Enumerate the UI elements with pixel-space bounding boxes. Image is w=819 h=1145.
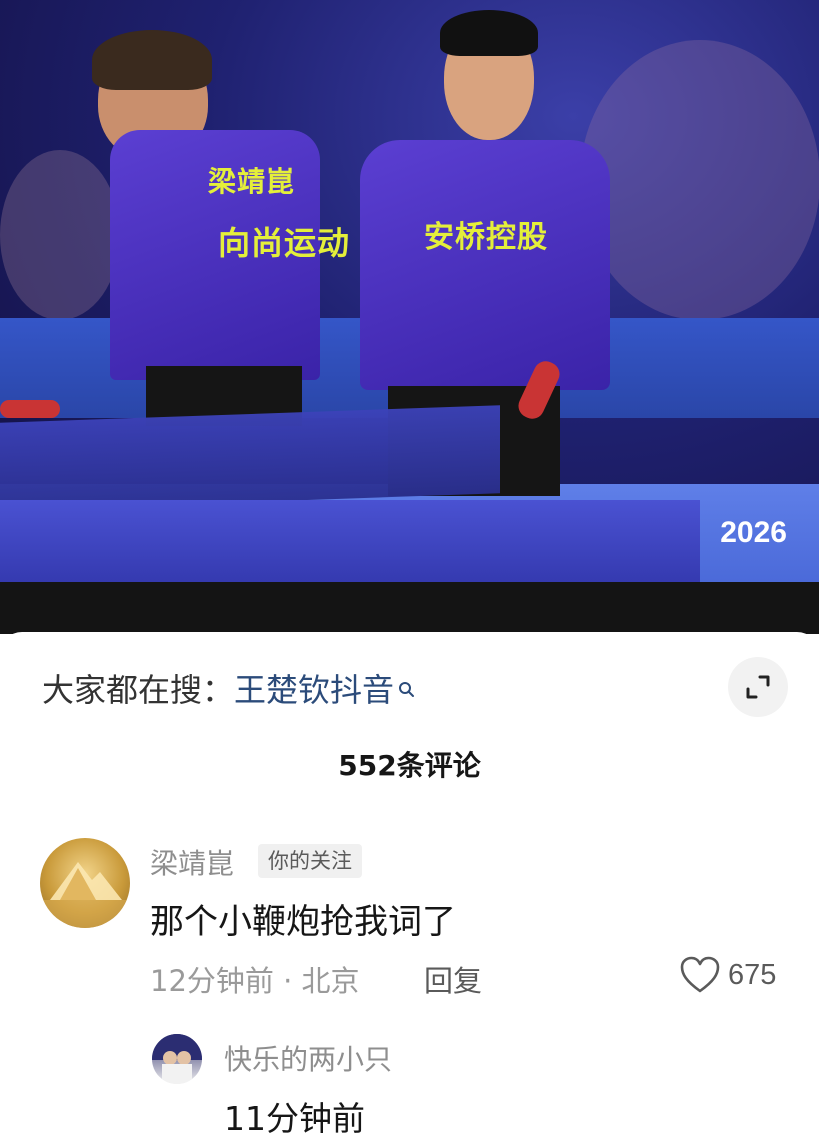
paddle-icon (0, 400, 60, 418)
comment-username[interactable]: 梁靖崑 (150, 842, 234, 882)
expand-icon (746, 675, 770, 699)
reply-time: 11分钟前 (224, 1099, 365, 1138)
reply-avatar-icon (152, 1034, 202, 1084)
reply-username[interactable]: 快乐的两小只 (224, 1038, 392, 1078)
shirt-text-name: 梁靖崑 (208, 165, 296, 198)
shirt-text-sponsor-right: 安桥控股 (424, 220, 548, 255)
search-suggestion-keyword[interactable]: 王楚钦抖音 (234, 665, 394, 711)
search-icon (398, 669, 416, 697)
reply-button[interactable]: 回复 (424, 958, 482, 1000)
expand-button[interactable] (728, 657, 788, 717)
reply-avatar[interactable] (152, 1034, 202, 1084)
mountain-avatar-icon (40, 862, 130, 928)
crowd-background (0, 150, 120, 320)
player-left-hair (92, 30, 212, 90)
photo-bottom-strip (0, 582, 819, 634)
comment-count-title: 552条评论 (338, 749, 481, 782)
player-right-shirt (360, 140, 610, 390)
like-button[interactable]: 675 (680, 956, 776, 994)
crowd-background (580, 40, 819, 320)
search-suggestion-prefix: 大家都在搜： (42, 671, 235, 709)
player-right-hair (440, 10, 538, 56)
event-year-logo: 2026 (720, 516, 787, 549)
ping-pong-table-front (0, 500, 700, 582)
like-count: 675 (728, 958, 777, 991)
avatar[interactable] (40, 838, 130, 928)
post-photo[interactable]: 梁靖崑 向尚运动 安桥控股 2026 (0, 0, 819, 582)
comment-text: 那个小鞭炮抢我词了 (150, 902, 456, 942)
follow-badge: 你的关注 (258, 844, 362, 878)
ping-pong-table (0, 405, 500, 511)
heart-icon (680, 956, 720, 993)
comment-time-location: 12分钟前 · 北京 (150, 964, 360, 998)
shirt-text-sponsor: 向尚运动 (218, 224, 351, 262)
search-suggestion[interactable]: 大家都在搜： 王楚钦抖音 (42, 664, 416, 712)
